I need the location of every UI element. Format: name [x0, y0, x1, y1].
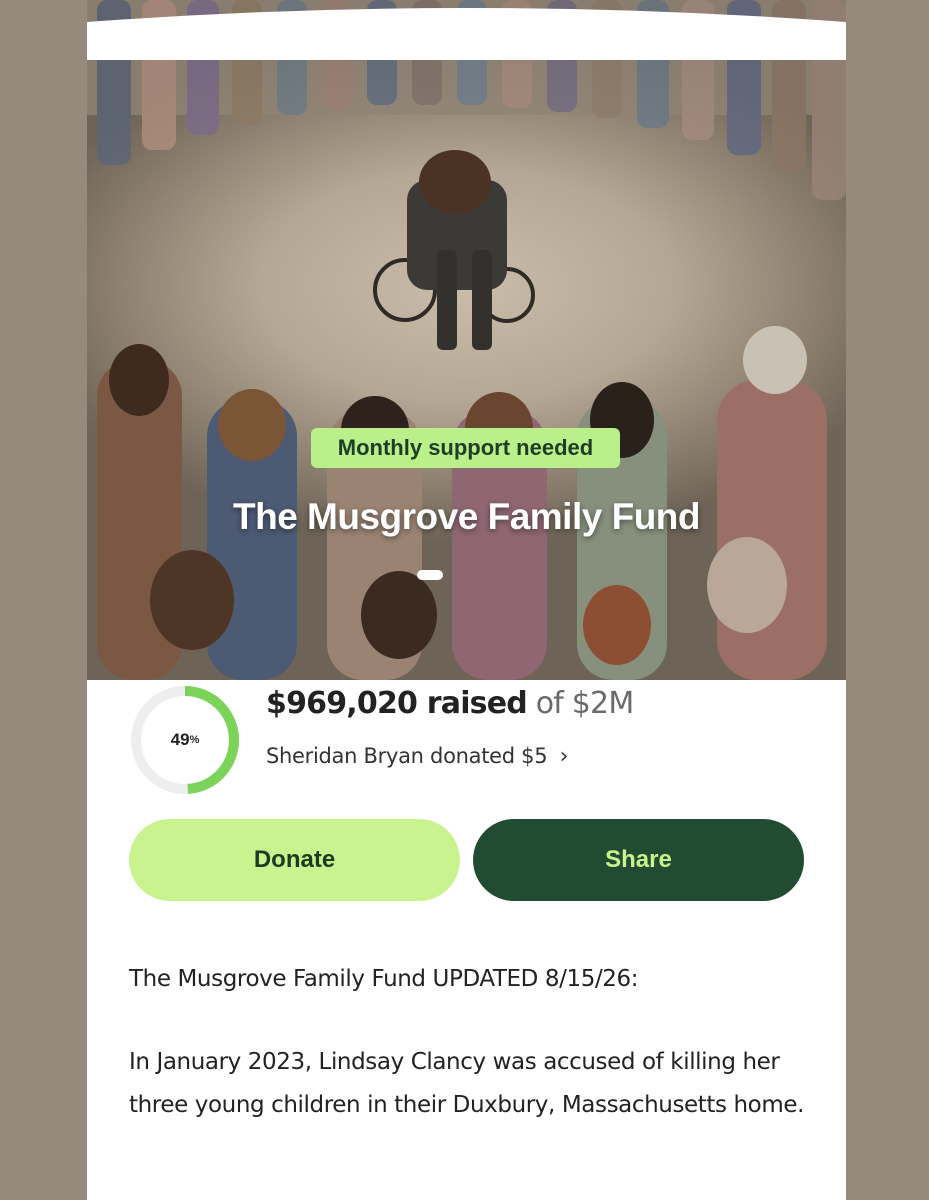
chevron-right-icon: ›: [559, 744, 569, 769]
fundraiser-page: Monthly support needed The Musgrove Fami…: [87, 0, 846, 1200]
recent-donation-link[interactable]: Sheridan Bryan donated $5 ›: [266, 744, 568, 769]
goal-amount: of $2M: [535, 686, 635, 721]
donate-button[interactable]: Donate: [129, 819, 460, 901]
campaign-hero-image[interactable]: Monthly support needed The Musgrove Fami…: [87, 0, 846, 680]
carousel-indicator[interactable]: [417, 570, 443, 580]
progress-percent: 49%: [129, 684, 241, 796]
card-curve: [87, 8, 846, 60]
hero-illustration: [87, 0, 846, 680]
share-button[interactable]: Share: [473, 819, 804, 901]
story-paragraph: The Musgrove Family Fund UPDATED 8/15/26…: [129, 966, 639, 992]
story-paragraph: In January 2023, Lindsay Clancy was accu…: [129, 1049, 805, 1118]
monthly-support-badge: Monthly support needed: [311, 428, 620, 468]
amount-raised: $969,020 raised of $2M: [266, 686, 635, 721]
campaign-story: The Musgrove Family Fund UPDATED 8/15/26…: [129, 958, 819, 1167]
recent-donation-text: Sheridan Bryan donated $5: [266, 744, 548, 768]
progress-percent-number: 49: [170, 730, 190, 749]
progress-percent-sign: %: [189, 734, 200, 746]
raised-amount: $969,020 raised: [266, 686, 528, 721]
campaign-title: The Musgrove Family Fund: [233, 496, 701, 537]
